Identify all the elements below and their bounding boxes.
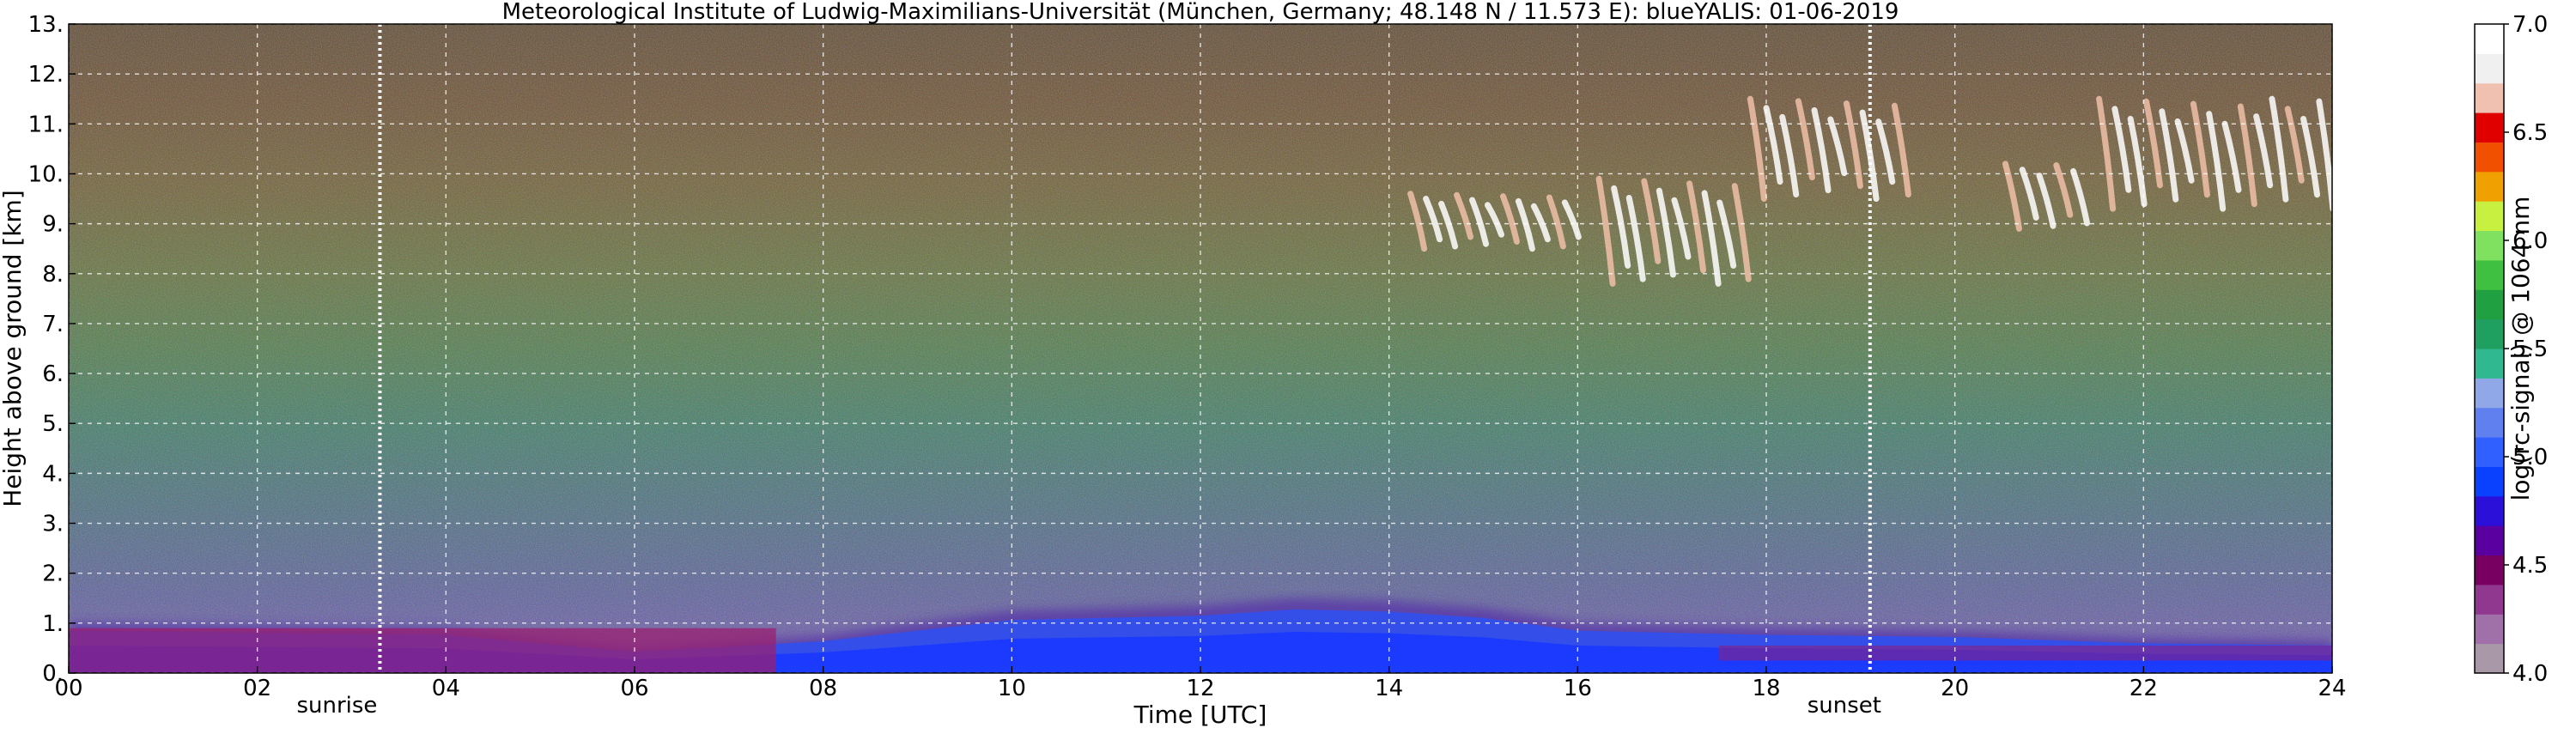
x-tick-label-4: 08: [809, 676, 837, 701]
colorbar-segment-9: [2475, 378, 2504, 409]
y-tick-label-2: 2.: [42, 561, 64, 587]
sun-annotations: sunrise sunset: [296, 693, 1880, 719]
colorbar-segment-1: [2475, 614, 2504, 645]
colorbar-segment-6: [2475, 466, 2504, 497]
annotation-sunset: sunset: [1807, 693, 1881, 719]
x-tick-label-12: 24: [2318, 676, 2346, 701]
colorbar-segment-0: [2475, 643, 2504, 674]
lidar-chart: Meteorological Institute of Ludwig-Maxim…: [0, 0, 2576, 730]
plot-area: [69, 24, 2332, 673]
y-tick-label-10: 10.: [28, 161, 64, 187]
colorbar-segment-20: [2475, 53, 2504, 84]
colorbar-segment-7: [2475, 437, 2504, 467]
colorbar-segment-4: [2475, 525, 2504, 556]
x-tick-label-1: 02: [243, 676, 271, 701]
colorbar-segment-2: [2475, 584, 2504, 615]
colorbar-segment-18: [2475, 112, 2504, 143]
colorbar-tick-label-0: 4.0: [2512, 661, 2548, 687]
y-tick-label-1: 1.: [42, 611, 64, 637]
residual-layer-night-evening: [1719, 646, 2332, 661]
y-tick-label-6: 6.: [42, 361, 64, 387]
colorbar-segment-17: [2475, 142, 2504, 173]
chart-title: Meteorological Institute of Ludwig-Maxim…: [502, 0, 1899, 25]
y-tick-label-12: 12.: [28, 62, 64, 88]
colorbar-segment-15: [2475, 201, 2504, 232]
colorbar-segment-8: [2475, 407, 2504, 438]
colorbar-tick-label-6: 7.0: [2512, 12, 2548, 38]
colorbar-segment-16: [2475, 171, 2504, 202]
colorbar-segment-5: [2475, 495, 2504, 526]
colorbar-tick-label-1: 4.5: [2512, 553, 2548, 579]
y-axis-label: Height above ground [km]: [0, 190, 27, 507]
y-tick-label-7: 7.: [42, 312, 64, 337]
x-tick-label-6: 12: [1186, 676, 1214, 701]
colorbar-segment-13: [2475, 259, 2504, 290]
x-tick-label-2: 04: [432, 676, 460, 701]
x-axis-label: Time [UTC]: [1133, 701, 1267, 729]
y-tick-label-4: 4.: [42, 461, 64, 487]
y-tick-label-3: 3.: [42, 512, 64, 537]
y-tick-label-9: 9.: [42, 212, 64, 238]
annotation-sunrise: sunrise: [296, 693, 377, 719]
colorbar-label: log(rc-signal) @ 1064 nm: [2506, 197, 2535, 501]
x-tick-label-5: 10: [998, 676, 1026, 701]
x-tick-label-11: 22: [2129, 676, 2158, 701]
chart-svg: Meteorological Institute of Ludwig-Maxim…: [0, 0, 2548, 729]
x-tick-label-8: 16: [1564, 676, 1592, 701]
colorbar-segment-21: [2475, 24, 2504, 54]
y-tick-label-13: 13.: [28, 12, 64, 38]
x-tick-label-7: 14: [1375, 676, 1403, 701]
x-tick-label-3: 06: [620, 676, 648, 701]
x-tick-label-9: 18: [1752, 676, 1780, 701]
residual-layer-night-morning: [69, 628, 776, 673]
y-tick-label-8: 8.: [42, 262, 64, 288]
y-tick-label-0: 0.: [42, 661, 64, 687]
y-tick-label-11: 11.: [28, 112, 64, 137]
colorbar-tick-label-5: 6.5: [2512, 120, 2548, 146]
x-tick-label-10: 20: [1941, 676, 1969, 701]
colorbar-segment-14: [2475, 230, 2504, 261]
colorbar-segment-3: [2475, 555, 2504, 585]
colorbar-segment-10: [2475, 349, 2504, 379]
y-tick-label-5: 5.: [42, 411, 64, 437]
colorbar-segment-19: [2475, 82, 2504, 113]
colorbar-segment-12: [2475, 289, 2504, 320]
colorbar-segment-11: [2475, 318, 2504, 349]
